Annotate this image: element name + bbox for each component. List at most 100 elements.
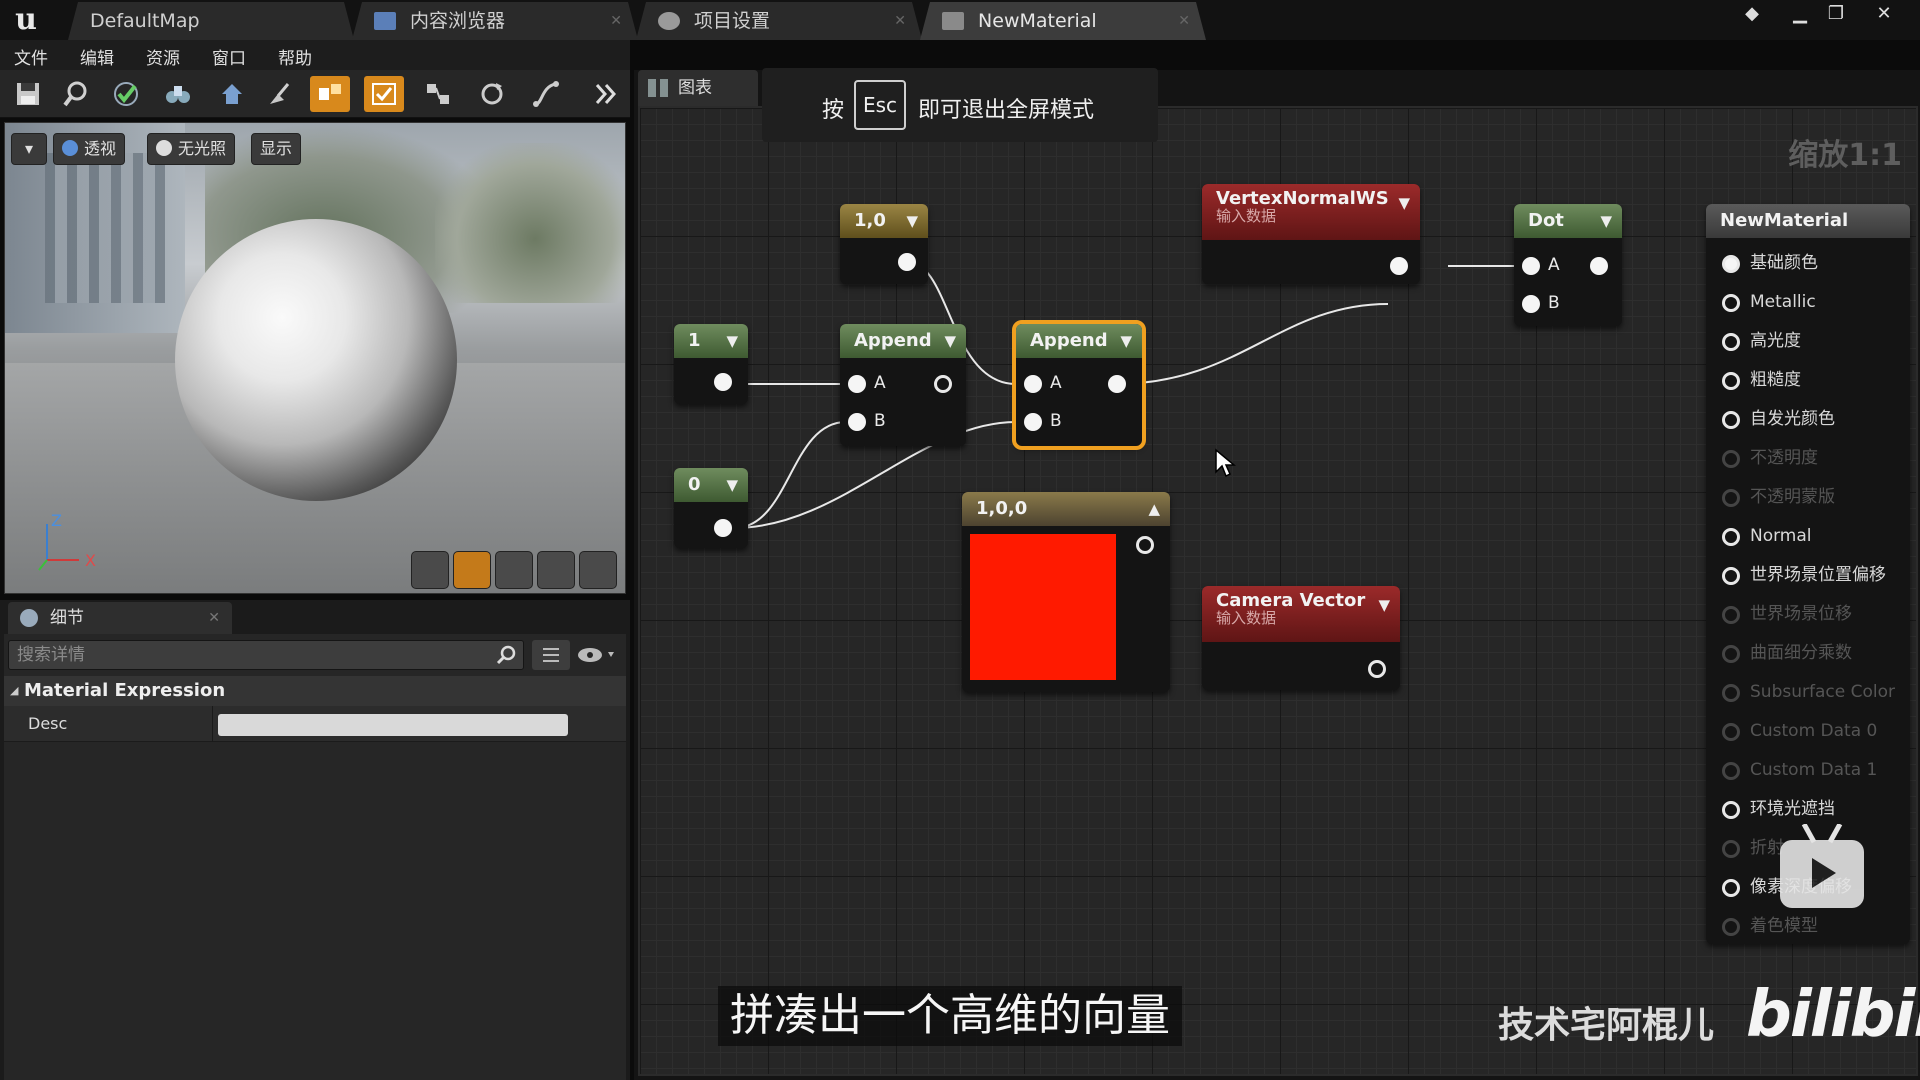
node-header: NewMaterial xyxy=(1706,204,1910,238)
node-constant-0[interactable]: 0 ▼ xyxy=(674,468,748,548)
live-nodes-button[interactable] xyxy=(418,76,458,112)
close-icon[interactable]: ✕ xyxy=(1178,2,1190,40)
show-button[interactable]: 显示 xyxy=(251,133,302,165)
close-icon[interactable]: ✕ xyxy=(208,602,220,634)
output-pin[interactable] xyxy=(1590,257,1608,275)
perspective-button[interactable]: 透视 xyxy=(53,133,126,165)
menu-asset[interactable]: 资源 xyxy=(146,44,180,69)
tab-newmaterial[interactable]: NewMaterial ✕ xyxy=(920,2,1206,40)
mesh-preview-button[interactable] xyxy=(579,551,617,589)
live-update-button[interactable] xyxy=(472,76,512,112)
apply-button[interactable] xyxy=(106,76,146,112)
maximize-button[interactable]: ❐ xyxy=(1818,2,1854,26)
material-input-row[interactable]: Metallic xyxy=(1706,283,1916,322)
save-button[interactable] xyxy=(8,76,48,112)
input-pin[interactable] xyxy=(1722,255,1740,273)
list-view-button[interactable] xyxy=(532,640,570,670)
tab-graph[interactable]: 图表 xyxy=(638,70,758,106)
plane-preview-button[interactable] xyxy=(495,551,533,589)
stats-button[interactable] xyxy=(526,76,566,112)
output-pin[interactable] xyxy=(1390,257,1408,275)
material-input-row[interactable]: 基础颜色 xyxy=(1706,244,1916,283)
node-camera-vector[interactable]: Camera Vector 输入数据 ▼ xyxy=(1202,586,1400,690)
output-pin[interactable] xyxy=(714,373,732,391)
tab-details[interactable]: 细节 ✕ xyxy=(8,602,232,634)
chevron-up-icon[interactable]: ▲ xyxy=(1148,492,1160,526)
close-icon[interactable]: ✕ xyxy=(610,2,622,40)
output-pin[interactable] xyxy=(934,375,952,393)
feedback-icon[interactable]: ◆ xyxy=(1734,2,1770,26)
live-preview-button[interactable] xyxy=(364,76,404,112)
input-pin[interactable] xyxy=(1722,294,1740,312)
output-pin[interactable] xyxy=(714,519,732,537)
node-constant3vector[interactable]: 1,0,0 ▲ xyxy=(962,492,1170,692)
material-input-row[interactable]: 高光度 xyxy=(1706,322,1916,361)
input-pin[interactable] xyxy=(1722,411,1740,429)
connectors-button[interactable] xyxy=(310,76,350,112)
node-constant-1[interactable]: 1 ▼ xyxy=(674,324,748,404)
input-pin-b[interactable] xyxy=(1024,413,1042,431)
node-append-1[interactable]: Append ▼ A B xyxy=(840,324,966,446)
search-details-input[interactable]: 搜索详情 xyxy=(8,640,524,670)
chevron-down-icon[interactable]: ▼ xyxy=(1378,590,1390,620)
clean-up-button[interactable] xyxy=(260,76,300,112)
material-input-row[interactable]: 粗糙度 xyxy=(1706,361,1916,400)
node-dot[interactable]: Dot ▼ A B xyxy=(1514,204,1622,326)
cube-preview-button[interactable] xyxy=(537,551,575,589)
output-pin[interactable] xyxy=(1368,660,1386,678)
close-window-button[interactable]: ✕ xyxy=(1866,2,1902,26)
close-icon[interactable]: ✕ xyxy=(894,2,906,40)
chevron-down-icon[interactable]: ▼ xyxy=(1600,204,1612,238)
chevron-down-icon[interactable]: ▼ xyxy=(726,468,738,502)
chevron-down-icon[interactable]: ▼ xyxy=(906,204,918,238)
input-label: 世界场景位置偏移 xyxy=(1750,565,1886,585)
tab-defaultmap[interactable]: DefaultMap xyxy=(68,2,354,40)
input-pin[interactable] xyxy=(1722,528,1740,546)
input-pin[interactable] xyxy=(1722,567,1740,585)
node-vertex-normal-ws[interactable]: VertexNormalWS 输入数据 ▼ xyxy=(1202,184,1420,284)
output-pin[interactable] xyxy=(898,253,916,271)
input-pin-a[interactable] xyxy=(1522,257,1540,275)
input-pin-a[interactable] xyxy=(1024,375,1042,393)
more-tools-button[interactable] xyxy=(586,76,626,112)
find-in-browser-button[interactable] xyxy=(56,76,96,112)
column-divider[interactable] xyxy=(212,706,213,742)
material-input-row[interactable]: Normal xyxy=(1706,517,1916,556)
input-pin[interactable] xyxy=(1722,372,1740,390)
broom-icon xyxy=(270,83,290,104)
input-pin[interactable] xyxy=(1722,801,1740,819)
node-constant2vector[interactable]: 1,0 ▼ xyxy=(840,204,928,284)
menu-edit[interactable]: 编辑 xyxy=(80,44,114,69)
material-input-row[interactable]: 世界场景位置偏移 xyxy=(1706,556,1916,595)
input-pin-b[interactable] xyxy=(1522,295,1540,313)
input-pin-a[interactable] xyxy=(848,375,866,393)
home-button[interactable] xyxy=(212,76,252,112)
chevron-down-icon[interactable]: ▼ xyxy=(1398,188,1410,218)
chevron-down-icon[interactable]: ▼ xyxy=(726,324,738,358)
visibility-options-button[interactable] xyxy=(574,640,622,670)
chevron-down-icon[interactable]: ▼ xyxy=(944,324,956,358)
sphere-preview-button[interactable] xyxy=(453,551,491,589)
tab-content-browser[interactable]: 内容浏览器 ✕ xyxy=(352,2,638,40)
input-pin-b[interactable] xyxy=(848,413,866,431)
input-pin[interactable] xyxy=(1722,879,1740,897)
viewport-options-button[interactable]: ▾ xyxy=(11,133,47,165)
cylinder-preview-button[interactable] xyxy=(411,551,449,589)
output-pin[interactable] xyxy=(1108,375,1126,393)
chevron-down-icon[interactable]: ▼ xyxy=(1120,324,1132,358)
menu-window[interactable]: 窗口 xyxy=(212,44,246,69)
minimize-button[interactable]: ▁ xyxy=(1782,2,1818,26)
material-graph-canvas[interactable]: 缩放1:1 1,0 ▼ 1 ▼ 0 ▼ Append ▼ A B Append … xyxy=(638,106,1918,1076)
menu-help[interactable]: 帮助 xyxy=(278,44,312,69)
tab-project-settings[interactable]: 项目设置 ✕ xyxy=(636,2,922,40)
material-input-row[interactable]: 自发光颜色 xyxy=(1706,400,1916,439)
output-pin[interactable] xyxy=(1136,536,1154,554)
input-pin[interactable] xyxy=(1722,333,1740,351)
search-button[interactable] xyxy=(158,76,198,112)
desc-input[interactable] xyxy=(218,714,568,736)
node-append-2[interactable]: Append ▼ A B xyxy=(1012,320,1146,450)
lighting-mode-button[interactable]: 无光照 xyxy=(147,133,236,165)
preview-viewport[interactable]: ▾ 透视 无光照 显示 Z X xyxy=(4,122,626,594)
category-material-expression[interactable]: ◢ Material Expression xyxy=(4,676,626,706)
menu-file[interactable]: 文件 xyxy=(14,44,48,69)
